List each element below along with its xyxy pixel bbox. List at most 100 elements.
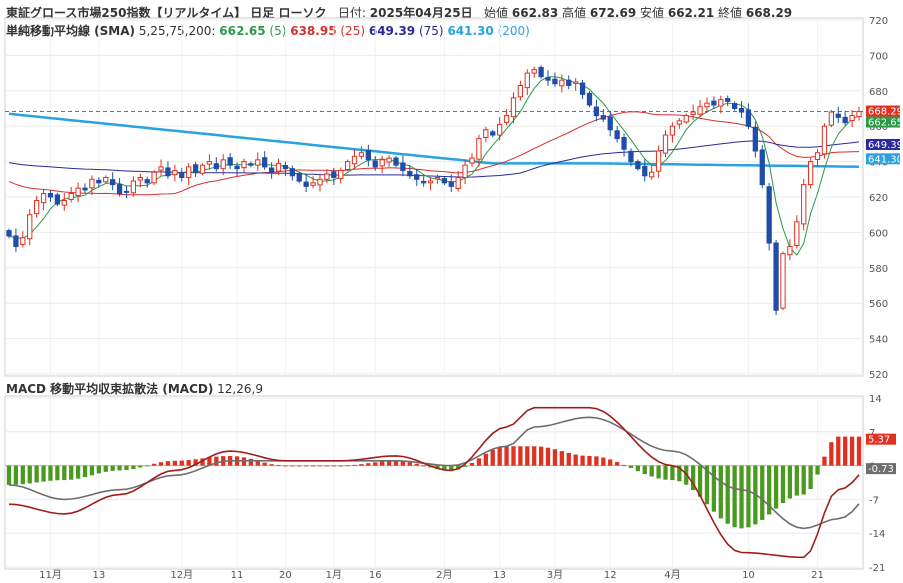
- macd-histogram-bar: [380, 461, 385, 466]
- candle-down: [400, 162, 406, 171]
- candle-up: [34, 200, 40, 215]
- candle-down: [282, 164, 289, 170]
- candle-up: [379, 159, 385, 167]
- macd-histogram-bar: [158, 462, 164, 466]
- candle-up: [704, 102, 710, 108]
- macd-histogram-bar: [614, 461, 620, 466]
- signal-value-tag-label: -0.73: [868, 464, 894, 475]
- macd-histogram-bar: [711, 465, 717, 512]
- macd-histogram-bar: [836, 436, 841, 466]
- candle-up: [172, 169, 178, 176]
- macd-line: [8, 406, 860, 559]
- macd-histogram-bar: [760, 465, 765, 520]
- macd-histogram-bar: [663, 465, 668, 480]
- candle-up: [310, 182, 316, 186]
- date-tick-label: 10: [742, 570, 755, 581]
- macd-histogram-bar: [6, 465, 12, 485]
- candle-down: [593, 106, 600, 117]
- candle-down: [448, 181, 454, 187]
- candle-down: [552, 78, 558, 85]
- macd-histogram-bar: [103, 465, 108, 472]
- candle-up: [510, 97, 517, 118]
- candle-up: [476, 138, 482, 160]
- macd-histogram-bar: [359, 464, 364, 466]
- candle-down: [47, 192, 54, 198]
- candle-up: [103, 177, 109, 183]
- macd-histogram-bar: [69, 465, 74, 480]
- candle-down: [213, 163, 219, 170]
- macd-histogram-bar: [20, 465, 25, 485]
- candle-up: [497, 123, 503, 136]
- macd-histogram-bar: [179, 460, 184, 466]
- candle-up: [649, 171, 655, 178]
- candle-down: [13, 235, 19, 248]
- macd-histogram-bar: [55, 465, 60, 481]
- close-value-tag-label: 668.29: [868, 107, 903, 118]
- value-tags: 668.29662.65 649.39 641.30 5.37 -0.73: [866, 105, 903, 475]
- macd-histogram-bar: [621, 464, 627, 466]
- candle-up: [676, 120, 682, 125]
- candle-down: [6, 230, 12, 237]
- macd-histogram-bar: [324, 465, 330, 467]
- candle-down: [110, 179, 116, 186]
- candle-up: [697, 106, 703, 115]
- macd-histogram-bar: [414, 463, 419, 466]
- macd-histogram-bar: [290, 465, 295, 467]
- macd-histogram-bar: [525, 446, 530, 466]
- candle-down: [835, 113, 841, 118]
- macd-histogram-bar: [815, 465, 820, 475]
- candle-up: [89, 178, 95, 189]
- candle-down: [759, 149, 765, 186]
- candle-down: [165, 167, 171, 177]
- candle-up: [483, 129, 489, 139]
- date-tick-label: 12月: [170, 569, 193, 581]
- date-tick-label: 11: [231, 570, 244, 581]
- macd-histogram-bar: [566, 452, 571, 466]
- macd-histogram-bar: [497, 447, 502, 466]
- candle-down: [82, 187, 88, 191]
- price-tick-label: 580: [869, 264, 888, 275]
- candle-up: [849, 115, 855, 122]
- date-tick-label: 21: [811, 570, 824, 581]
- candle-down: [773, 242, 779, 311]
- price-tick-label: 560: [869, 299, 888, 310]
- macd-histogram-bar: [822, 456, 827, 466]
- candle-up: [220, 159, 226, 170]
- macd-histogram-bar: [283, 465, 288, 467]
- candle-up: [718, 99, 724, 107]
- macd-histogram-bar: [532, 446, 537, 466]
- macd-histogram-bar: [587, 455, 592, 466]
- macd-histogram-bar: [649, 465, 654, 477]
- macd-histogram-bar: [345, 465, 350, 467]
- candle-down: [586, 92, 593, 106]
- candle-up: [20, 237, 26, 245]
- macd-histogram-bar: [331, 465, 336, 467]
- sma75-line: [8, 140, 860, 178]
- macd-histogram-bar: [635, 465, 641, 472]
- macd-histogram-bar: [628, 465, 634, 469]
- candle-down: [635, 161, 641, 170]
- sma200-value-tag-label: 641.30: [868, 154, 903, 165]
- candle-up: [324, 173, 330, 180]
- candle-down: [303, 181, 309, 187]
- date-tick-label: 20: [279, 570, 292, 581]
- candle-down: [738, 108, 745, 113]
- macd-histogram-bar: [373, 462, 378, 466]
- signal-line: [8, 416, 860, 530]
- candlesticks: [6, 65, 862, 316]
- candle-down: [628, 150, 634, 163]
- macd-histogram-bar: [110, 465, 115, 471]
- candle-down: [441, 178, 448, 184]
- candle-up: [158, 166, 164, 171]
- sma75-value-tag-label: 649.39: [868, 140, 903, 151]
- macd-histogram-bar: [124, 465, 129, 471]
- macd-histogram-bar: [62, 465, 67, 481]
- candle-up: [662, 134, 669, 154]
- candle-up: [344, 161, 351, 170]
- candle-up: [27, 214, 33, 240]
- candle-up: [669, 125, 676, 136]
- candle-down: [621, 137, 627, 150]
- candle-up: [40, 192, 47, 204]
- macd-histogram-bar: [262, 462, 267, 466]
- candle-up: [434, 177, 441, 180]
